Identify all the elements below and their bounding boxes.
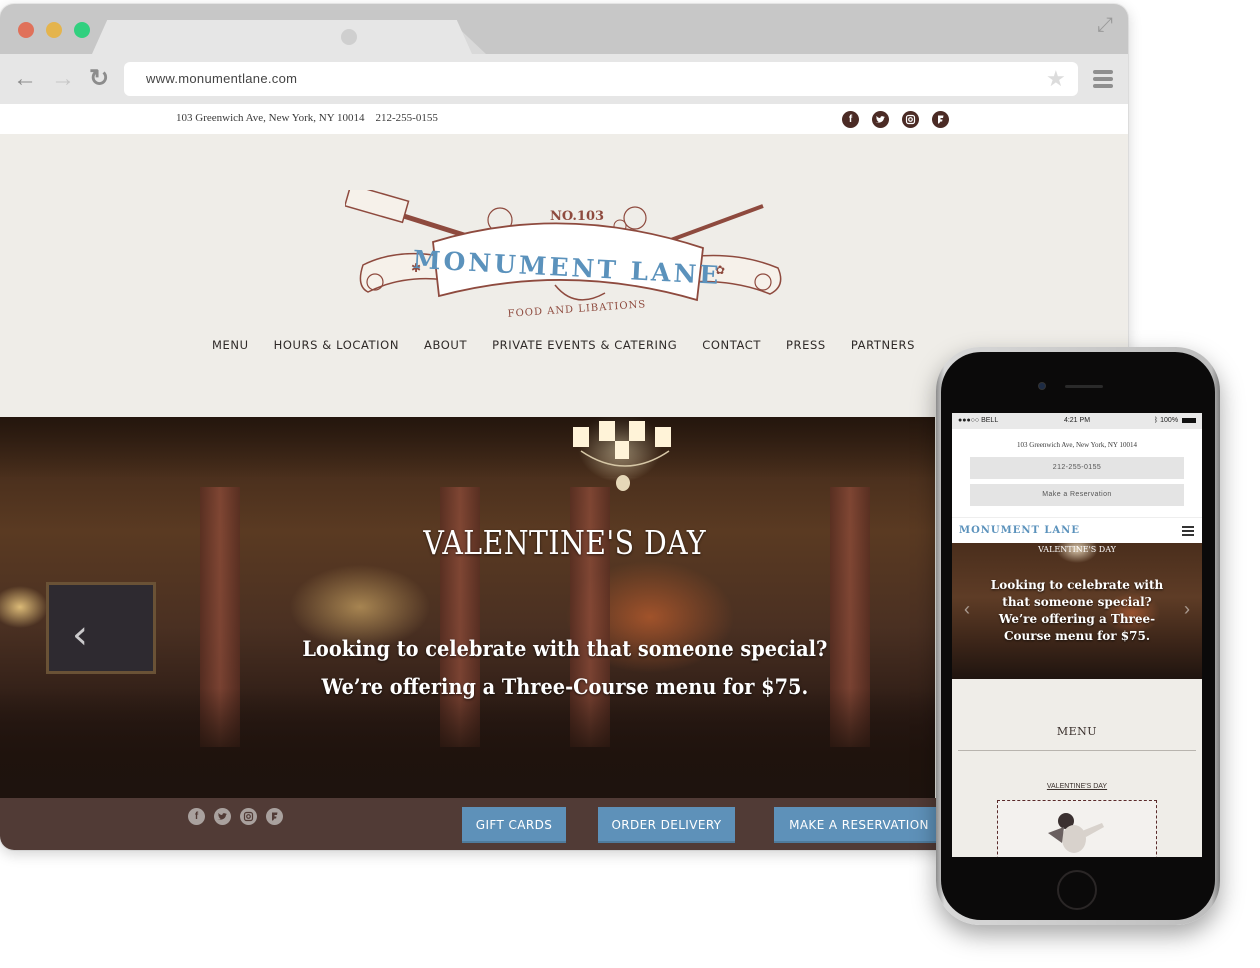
hero-slider: VALENTINE'S DAY Looking to celebrate wit… (0, 417, 935, 798)
tab-active[interactable] (92, 20, 472, 54)
site-logo[interactable]: ✱ ✿ NO.103 MONUMENT LANE FOOD AND LIBATI… (343, 183, 785, 320)
facebook-icon[interactable]: f (842, 111, 859, 128)
gift-cards-button[interactable]: GIFT CARDS (462, 807, 566, 843)
nav-about[interactable]: ABOUT (424, 338, 467, 352)
contact-info: 103 Greenwich Ave, New York, NY 10014 21… (176, 112, 438, 124)
mobile-menu-card[interactable] (997, 800, 1157, 857)
phone-link[interactable]: 212-255-0155 (376, 112, 438, 124)
hero-line-2: We’re offering a Three-Course menu for $… (321, 674, 809, 699)
mobile-menu-heading: MENU (1056, 725, 1098, 738)
foursquare-icon[interactable] (932, 111, 949, 128)
hero-title: VALENTINE'S DAY (423, 523, 707, 562)
nav-private-events[interactable]: PRIVATE EVENTS & CATERING (492, 338, 677, 352)
phone-camera (1039, 383, 1045, 389)
phone-mockup: ●●●○○ BELL 4:21 PM ᛒ 100% 103 Greenwich … (936, 347, 1220, 925)
facebook-icon[interactable]: f (188, 808, 205, 825)
order-delivery-button[interactable]: ORDER DELIVERY (598, 807, 735, 843)
social-links-top: f (842, 111, 949, 128)
home-button[interactable] (1057, 870, 1097, 910)
instagram-icon[interactable] (240, 808, 257, 825)
logo-number: NO.103 (550, 209, 604, 224)
reload-icon[interactable]: ↻ (86, 66, 112, 92)
cherub-image (1048, 813, 1104, 853)
battery-indicator: ᛒ 100% (1154, 413, 1196, 429)
hamburger-icon[interactable] (1182, 526, 1194, 538)
nav-menu[interactable]: MENU (212, 338, 249, 352)
bluetooth-icon: ᛒ (1153, 417, 1159, 424)
twitter-icon[interactable] (214, 808, 231, 825)
foursquare-icon[interactable] (266, 808, 283, 825)
mobile-header: MONUMENT LANE (952, 517, 1202, 543)
mobile-logo[interactable]: MONUMENT LANE (959, 525, 1080, 536)
close-window-button[interactable] (18, 22, 34, 38)
nav-hours-location[interactable]: HOURS & LOCATION (274, 338, 399, 352)
hero-line-1: Looking to celebrate with that someone s… (302, 636, 828, 661)
chandelier-image (573, 421, 671, 491)
nav-press[interactable]: PRESS (786, 338, 826, 352)
mobile-reserve-button[interactable]: Make a Reservation (970, 484, 1184, 506)
arrow-right-icon[interactable]: → (50, 66, 76, 92)
battery-icon (1182, 417, 1196, 423)
address-text: 103 Greenwich Ave, New York, NY 10014 (176, 112, 365, 124)
hero-photo-beam (0, 417, 935, 477)
main-nav: MENU HOURS & LOCATION ABOUT PRIVATE EVEN… (212, 338, 940, 352)
address-bar[interactable]: www.monumentlane.com ★ (124, 62, 1078, 96)
browser-toolbar: ← → ↻ www.monumentlane.com ★ (0, 54, 1128, 104)
info-bar: 103 Greenwich Ave, New York, NY 10014 21… (0, 104, 1128, 134)
star-icon[interactable]: ★ (1046, 62, 1066, 96)
status-bar: ●●●○○ BELL 4:21 PM ᛒ 100% (952, 413, 1202, 429)
battery-text: 100% (1160, 417, 1179, 424)
mobile-valentines-link[interactable]: VALENTINE'S DAY (952, 783, 1202, 790)
expand-icon[interactable]: ⤢ (1094, 14, 1116, 36)
hero-photo-crowd (0, 688, 935, 798)
maximize-window-button[interactable] (74, 22, 90, 38)
mobile-address: 103 Greenwich Ave, New York, NY 10014 (1017, 441, 1137, 449)
nav-contact[interactable]: CONTACT (702, 338, 761, 352)
mobile-hero-title: VALENTINE'S DAY (1038, 545, 1116, 554)
chevron-left-icon[interactable]: ‹ (72, 615, 96, 655)
logo-tagline: FOOD AND LIBATIONS (507, 299, 646, 320)
make-reservation-button[interactable]: MAKE A RESERVATION (774, 807, 944, 843)
mobile-phone-button[interactable]: 212-255-0155 (970, 457, 1184, 479)
mobile-hero-text: Looking to celebrate with that someone s… (990, 578, 1164, 643)
url-text: www.monumentlane.com (146, 71, 298, 86)
chevron-right-icon[interactable]: › (1184, 599, 1190, 620)
nav-partners[interactable]: PARTNERS (851, 338, 915, 352)
divider (958, 750, 1196, 751)
twitter-icon[interactable] (872, 111, 889, 128)
chevron-left-icon[interactable]: ‹ (964, 599, 970, 620)
hamburger-icon[interactable] (1093, 70, 1113, 88)
social-links-bottom: f (188, 808, 283, 825)
tab-loading-icon (341, 29, 357, 45)
minimize-window-button[interactable] (46, 22, 62, 38)
arrow-left-icon[interactable]: ← (12, 66, 38, 92)
phone-screen: ●●●○○ BELL 4:21 PM ᛒ 100% 103 Greenwich … (952, 413, 1202, 857)
instagram-icon[interactable] (902, 111, 919, 128)
phone-speaker (1065, 385, 1103, 388)
mobile-hero: VALENTINE'S DAY Looking to celebrate wit… (952, 543, 1202, 679)
tab-bar: ⤢ (0, 4, 1128, 54)
